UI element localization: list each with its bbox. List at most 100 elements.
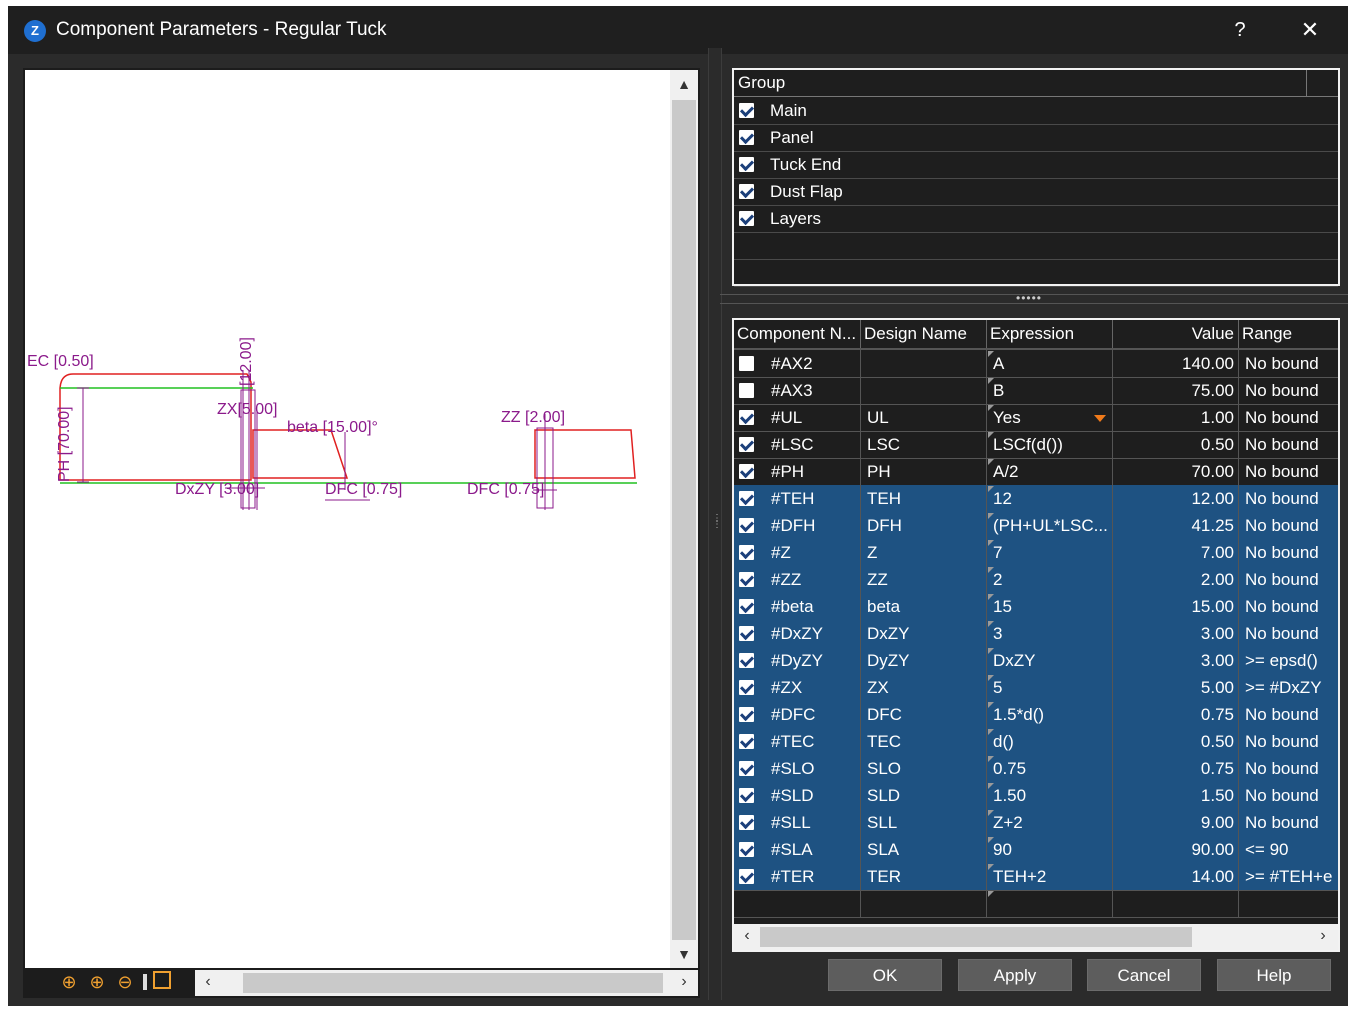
scroll-up-icon[interactable]: ▲: [670, 76, 698, 92]
expression-cell[interactable]: 5: [987, 674, 1113, 701]
table-row[interactable]: #Z Z 7 7.00 No bound: [734, 539, 1338, 567]
row-checkbox[interactable]: [739, 356, 754, 371]
row-checkbox[interactable]: [739, 545, 754, 560]
drawing-canvas[interactable]: EC [0.50] PH [70.00] [12.00] ZX[5.00] be…: [25, 70, 670, 968]
row-checkbox[interactable]: [739, 653, 754, 668]
expression-cell[interactable]: 3: [987, 620, 1113, 647]
group-item[interactable]: Main: [734, 97, 1338, 125]
dropdown-arrow-icon[interactable]: [1094, 415, 1106, 422]
apply-button[interactable]: Apply: [958, 959, 1072, 991]
table-row[interactable]: #TEH TEH 12 12.00 No bound: [734, 485, 1338, 513]
table-row[interactable]: #SLA SLA 90 90.00 <= 90: [734, 836, 1338, 864]
scroll-down-icon[interactable]: ▼: [670, 946, 698, 962]
expression-cell[interactable]: A/2: [987, 458, 1113, 485]
row-checkbox[interactable]: [739, 788, 754, 803]
help-button[interactable]: Help: [1217, 959, 1331, 991]
group-column-header[interactable]: Group: [734, 70, 1338, 97]
col-range[interactable]: Range: [1239, 320, 1338, 348]
row-checkbox[interactable]: [739, 383, 754, 398]
table-row[interactable]: #UL UL Yes 1.00 No bound: [734, 404, 1338, 432]
group-item-checkbox[interactable]: [739, 130, 754, 145]
expression-cell[interactable]: 15: [987, 593, 1113, 620]
expression-cell[interactable]: 90: [987, 836, 1113, 863]
expression-cell[interactable]: 1.5*d(): [987, 701, 1113, 728]
expression-cell[interactable]: (PH+UL*LSC...: [987, 512, 1113, 539]
col-design-name[interactable]: Design Name: [861, 320, 987, 348]
group-item-checkbox[interactable]: [739, 211, 754, 226]
row-checkbox[interactable]: [739, 707, 754, 722]
expression-cell[interactable]: 7: [987, 539, 1113, 566]
zoom-in-icon[interactable]: ⊕: [87, 972, 107, 992]
scroll-thumb[interactable]: [760, 927, 1192, 947]
table-row[interactable]: #DFC DFC 1.5*d() 0.75 No bound: [734, 701, 1338, 729]
row-checkbox[interactable]: [739, 761, 754, 776]
row-checkbox[interactable]: [739, 626, 754, 641]
row-checkbox[interactable]: [739, 437, 754, 452]
scroll-right-icon[interactable]: ›: [1312, 927, 1334, 945]
expression-cell[interactable]: 12: [987, 485, 1113, 512]
row-checkbox[interactable]: [739, 410, 754, 425]
scroll-thumb[interactable]: [672, 100, 696, 940]
col-expression[interactable]: Expression: [987, 320, 1113, 348]
zoom-extents-icon[interactable]: ⊕: [59, 972, 79, 992]
row-checkbox[interactable]: [739, 680, 754, 695]
table-row[interactable]: #ZX ZX 5 5.00 >= #DxZY: [734, 674, 1338, 702]
table-row[interactable]: #TEC TEC d() 0.50 No bound: [734, 728, 1338, 756]
cancel-button[interactable]: Cancel: [1087, 959, 1201, 991]
ok-button[interactable]: OK: [828, 959, 942, 991]
group-item-checkbox[interactable]: [739, 184, 754, 199]
fit-window-icon[interactable]: [153, 971, 171, 989]
scroll-right-icon[interactable]: ›: [673, 973, 695, 991]
preview-horizontal-scrollbar[interactable]: ‹ ›: [195, 970, 698, 996]
horizontal-splitter[interactable]: •••••: [720, 291, 1348, 305]
table-row[interactable]: #LSC LSC LSCf(d()) 0.50 No bound: [734, 431, 1338, 459]
col-component-name[interactable]: Component N...: [734, 320, 861, 348]
help-icon[interactable]: ?: [1226, 16, 1254, 44]
expression-cell[interactable]: d(): [987, 728, 1113, 755]
table-row[interactable]: #ZZ ZZ 2 2.00 No bound: [734, 566, 1338, 594]
close-icon[interactable]: ✕: [1296, 16, 1324, 44]
table-row[interactable]: #beta beta 15 15.00 No bound: [734, 593, 1338, 621]
expression-cell[interactable]: Z+2: [987, 809, 1113, 836]
table-row[interactable]: #SLL SLL Z+2 9.00 No bound: [734, 809, 1338, 837]
group-item[interactable]: Tuck End: [734, 151, 1338, 179]
row-checkbox[interactable]: [739, 869, 754, 884]
row-checkbox[interactable]: [739, 491, 754, 506]
row-checkbox[interactable]: [739, 599, 754, 614]
preview-vertical-scrollbar[interactable]: ▲ ▼: [670, 70, 698, 968]
expression-cell[interactable]: DxZY: [987, 647, 1113, 674]
expression-cell[interactable]: TEH+2: [987, 863, 1113, 890]
scroll-thumb[interactable]: [243, 973, 663, 993]
row-checkbox[interactable]: [739, 815, 754, 830]
row-checkbox[interactable]: [739, 842, 754, 857]
grid-horizontal-scrollbar[interactable]: ‹ ›: [734, 924, 1338, 950]
table-row[interactable]: #DyZY DyZY DxZY 3.00 >= epsd(): [734, 647, 1338, 675]
vertical-splitter[interactable]: ⋮ ⋮: [708, 48, 722, 1000]
table-row[interactable]: #TER TER TEH+2 14.00 >= #TEH+e: [734, 863, 1338, 891]
row-checkbox[interactable]: [739, 518, 754, 533]
group-item-checkbox[interactable]: [739, 157, 754, 172]
expression-cell[interactable]: B: [987, 377, 1113, 404]
table-row[interactable]: #SLD SLD 1.50 1.50 No bound: [734, 782, 1338, 810]
row-checkbox[interactable]: [739, 572, 754, 587]
scroll-left-icon[interactable]: ‹: [197, 973, 219, 991]
group-item[interactable]: Layers: [734, 205, 1338, 233]
table-row[interactable]: #DFH DFH (PH+UL*LSC... 41.25 No bound: [734, 512, 1338, 540]
expression-cell[interactable]: LSCf(d()): [987, 431, 1113, 458]
row-checkbox[interactable]: [739, 464, 754, 479]
expression-cell[interactable]: A: [987, 350, 1113, 377]
expression-cell[interactable]: 0.75: [987, 755, 1113, 782]
group-item[interactable]: Dust Flap: [734, 178, 1338, 206]
table-row[interactable]: #PH PH A/2 70.00 No bound: [734, 458, 1338, 486]
row-checkbox[interactable]: [739, 734, 754, 749]
zoom-out-icon[interactable]: ⊖: [115, 972, 135, 992]
group-item[interactable]: Panel: [734, 124, 1338, 152]
expression-cell[interactable]: 1.50: [987, 782, 1113, 809]
group-item-checkbox[interactable]: [739, 103, 754, 118]
table-row[interactable]: #AX2 A 140.00 No bound: [734, 350, 1338, 378]
table-row[interactable]: #SLO SLO 0.75 0.75 No bound: [734, 755, 1338, 783]
col-value[interactable]: Value: [1113, 320, 1239, 348]
table-row[interactable]: #AX3 B 75.00 No bound: [734, 377, 1338, 405]
table-row[interactable]: #DxZY DxZY 3 3.00 No bound: [734, 620, 1338, 648]
scroll-left-icon[interactable]: ‹: [736, 927, 758, 945]
